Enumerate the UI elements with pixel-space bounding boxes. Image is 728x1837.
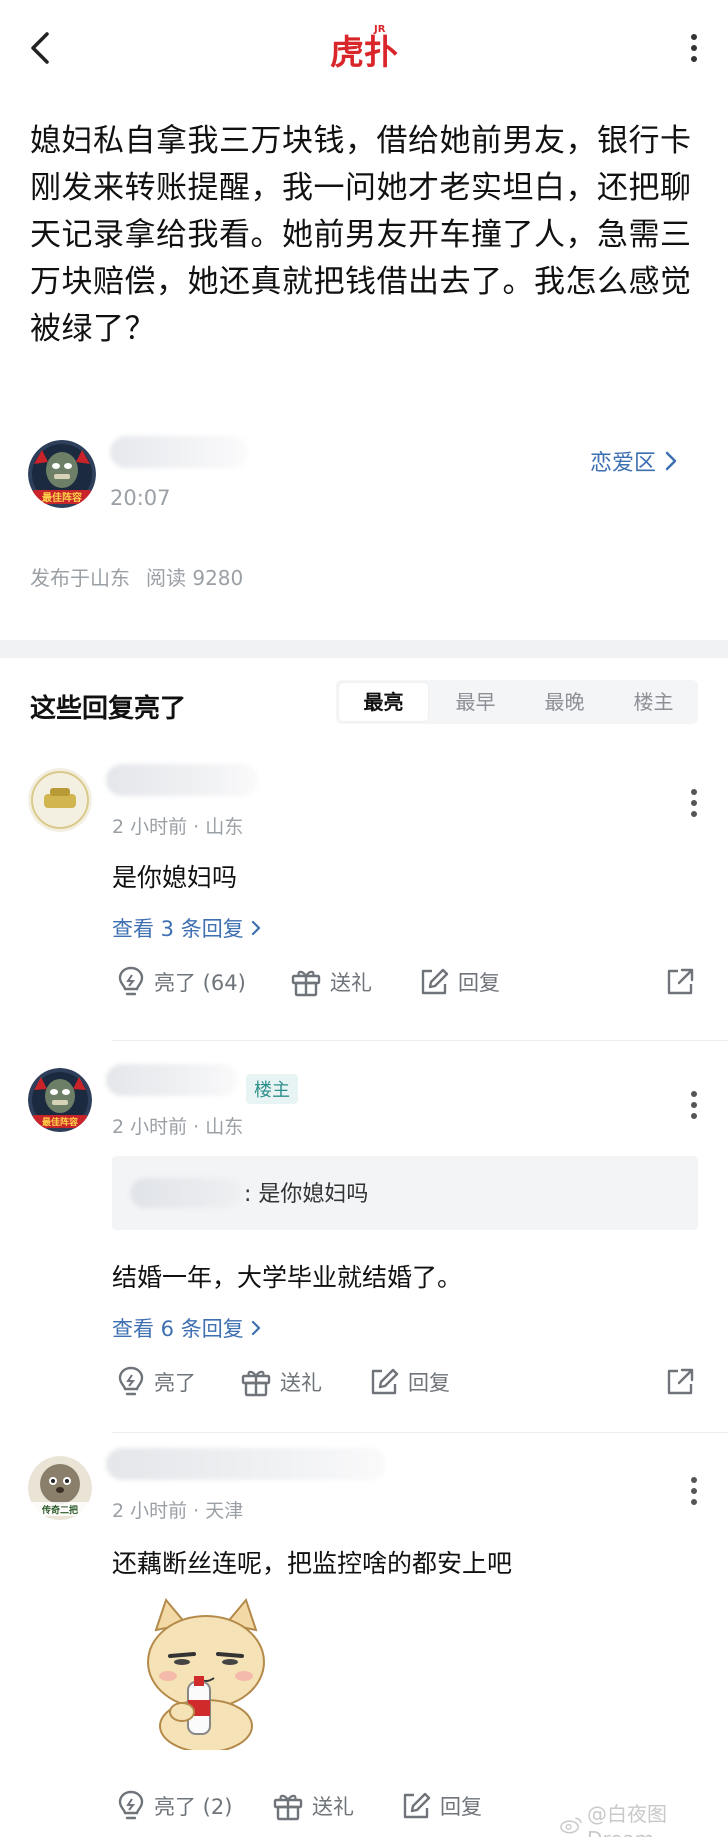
commenter-name-blurred[interactable] bbox=[106, 1064, 238, 1096]
chevron-right-icon bbox=[251, 1320, 260, 1336]
more-vertical-icon[interactable] bbox=[682, 1474, 706, 1508]
chevron-right-icon bbox=[665, 451, 677, 471]
commenter-avatar[interactable] bbox=[28, 768, 92, 832]
sort-tabs: 最亮 最早 最晚 楼主 bbox=[336, 680, 698, 724]
comment-text: 还藕断丝连呢，把监控啥的都安上吧 bbox=[112, 1549, 513, 1578]
gift-button[interactable]: 送礼 bbox=[240, 1362, 322, 1402]
reply-label: 回复 bbox=[440, 1795, 482, 1819]
like-count: 亮了 (64) bbox=[154, 971, 246, 995]
reply-pencil-icon bbox=[421, 968, 449, 995]
gift-icon bbox=[273, 1794, 303, 1821]
view-replies-label: 查看 6 条回复 bbox=[112, 1317, 244, 1341]
comment-meta: 2 小时前 · 天津 bbox=[112, 1500, 244, 1522]
svg-text:虎扑: 虎扑 bbox=[330, 33, 398, 73]
top-bar: 虎扑 JR bbox=[0, 0, 728, 96]
gift-icon bbox=[291, 970, 321, 997]
section-label: 恋爱区 bbox=[590, 451, 657, 476]
replies-heading: 这些回复亮了 bbox=[30, 694, 187, 724]
reply-button[interactable]: 回复 bbox=[418, 962, 500, 1002]
post-meta: 发布于山东 阅读 9280 bbox=[30, 562, 243, 591]
quoted-comment[interactable]: : 是你媳妇吗 bbox=[112, 1156, 698, 1230]
more-vertical-icon[interactable] bbox=[680, 28, 708, 68]
tab-latest[interactable]: 最晚 bbox=[520, 680, 609, 724]
like-count: 亮了 (2) bbox=[154, 1795, 233, 1819]
like-bulb-icon bbox=[118, 1790, 144, 1820]
like-count: 亮了 bbox=[154, 1371, 196, 1395]
author-name-blurred[interactable] bbox=[110, 436, 248, 468]
svg-text:最佳阵容: 最佳阵容 bbox=[42, 1116, 78, 1128]
share-icon bbox=[667, 1368, 694, 1395]
like-bulb-icon bbox=[118, 966, 144, 996]
reply-button[interactable]: 回复 bbox=[400, 1786, 482, 1826]
gift-button[interactable]: 送礼 bbox=[290, 962, 372, 1002]
reply-label: 回复 bbox=[458, 971, 500, 995]
reply-label: 回复 bbox=[408, 1371, 450, 1395]
reply-button[interactable]: 回复 bbox=[368, 1362, 450, 1402]
comment-separator bbox=[112, 1040, 728, 1041]
tab-op-only[interactable]: 楼主 bbox=[609, 680, 698, 724]
gift-label: 送礼 bbox=[312, 1795, 354, 1819]
chevron-right-icon bbox=[251, 920, 260, 936]
comment-actions: 亮了 送礼 回复 bbox=[112, 1362, 702, 1402]
watermark-text: @白夜图Dream bbox=[586, 1802, 667, 1837]
section-divider bbox=[0, 640, 728, 658]
like-bulb-icon bbox=[118, 1366, 144, 1396]
more-vertical-icon[interactable] bbox=[682, 786, 706, 820]
like-button[interactable]: 亮了 (64) bbox=[116, 962, 246, 1002]
weibo-logo-icon bbox=[560, 1817, 582, 1833]
view-replies-label: 查看 3 条回复 bbox=[112, 917, 244, 941]
svg-text:JR: JR bbox=[373, 24, 386, 35]
gift-icon bbox=[241, 1370, 271, 1397]
read-count: 阅读 9280 bbox=[146, 566, 244, 590]
gift-label: 送礼 bbox=[280, 1371, 322, 1395]
share-button[interactable] bbox=[664, 962, 696, 1002]
post-location: 发布于山东 bbox=[30, 566, 130, 590]
commenter-name-blurred[interactable] bbox=[106, 764, 258, 796]
commenter-name-blurred[interactable] bbox=[106, 1448, 386, 1480]
svg-text:最佳阵容: 最佳阵容 bbox=[42, 491, 82, 504]
commenter-avatar[interactable]: 最佳阵容 bbox=[28, 1068, 92, 1132]
author-avatar[interactable]: 最佳阵容 bbox=[28, 440, 96, 508]
tab-brightest[interactable]: 最亮 bbox=[339, 683, 428, 721]
share-icon bbox=[667, 968, 694, 995]
view-replies-link[interactable]: 查看 3 条回复 bbox=[112, 913, 262, 943]
commenter-avatar[interactable]: 传奇二把 bbox=[28, 1456, 92, 1520]
cat-sticker-image[interactable] bbox=[126, 1590, 286, 1753]
quoted-author-blurred bbox=[130, 1178, 242, 1208]
hupu-logo: 虎扑 JR bbox=[326, 18, 402, 74]
gift-label: 送礼 bbox=[330, 971, 372, 995]
more-vertical-icon[interactable] bbox=[682, 1088, 706, 1122]
comment-meta: 2 小时前 · 山东 bbox=[112, 816, 244, 838]
comment-meta: 2 小时前 · 山东 bbox=[112, 1116, 244, 1138]
share-button[interactable] bbox=[664, 1362, 696, 1402]
gift-button[interactable]: 送礼 bbox=[272, 1786, 354, 1826]
reply-pencil-icon bbox=[403, 1792, 431, 1819]
weibo-watermark: @白夜图Dream bbox=[560, 1798, 728, 1837]
back-arrow-icon[interactable] bbox=[20, 26, 60, 70]
quoted-text: : 是你媳妇吗 bbox=[244, 1182, 369, 1207]
like-button[interactable]: 亮了 (2) bbox=[116, 1786, 232, 1826]
like-button[interactable]: 亮了 bbox=[116, 1362, 196, 1402]
post-time: 20:07 bbox=[110, 486, 171, 510]
comment-text: 是你媳妇吗 bbox=[112, 863, 238, 892]
comment-separator bbox=[112, 1432, 728, 1433]
post-title: 媳妇私自拿我三万块钱，借给她前男友，银行卡刚发来转账提醒，我一问她才老实坦白，还… bbox=[30, 123, 692, 347]
svg-text:传奇二把: 传奇二把 bbox=[41, 1504, 78, 1516]
view-replies-link[interactable]: 查看 6 条回复 bbox=[112, 1313, 262, 1343]
op-badge: 楼主 bbox=[246, 1074, 298, 1104]
tab-earliest[interactable]: 最早 bbox=[431, 680, 520, 724]
comment-text: 结婚一年，大学毕业就结婚了。 bbox=[112, 1263, 463, 1292]
reply-pencil-icon bbox=[371, 1368, 399, 1395]
comment-actions: 亮了 (64) 送礼 回复 bbox=[112, 962, 702, 1002]
section-link[interactable]: 恋爱区 bbox=[590, 445, 678, 477]
